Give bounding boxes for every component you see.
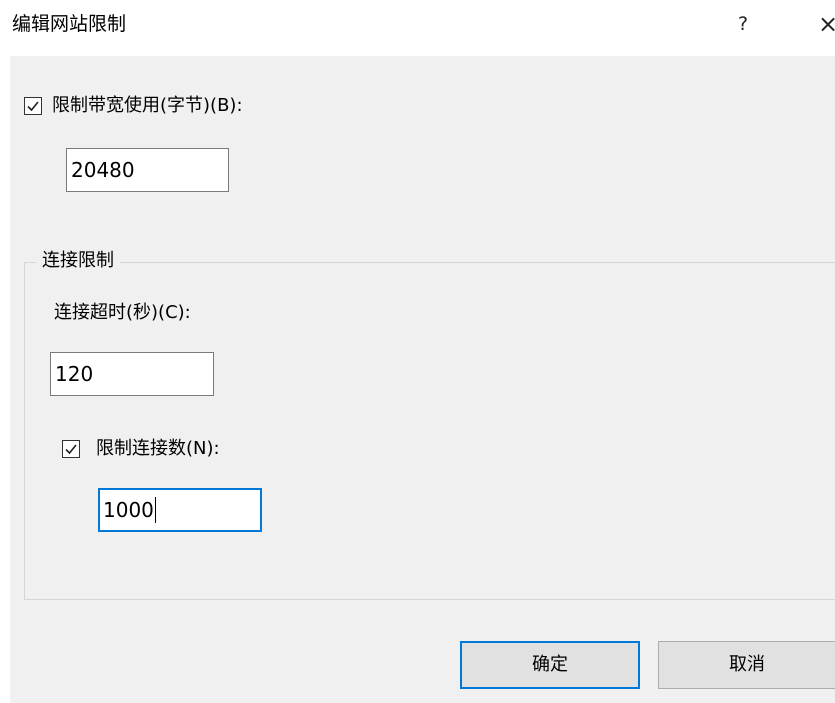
limit-connections-checkbox[interactable]: [62, 440, 80, 458]
ok-button[interactable]: 确定: [460, 641, 640, 689]
bandwidth-limit-checkbox[interactable]: [24, 97, 42, 115]
checkmark-icon: [65, 444, 77, 455]
max-connections-input[interactable]: 1000: [98, 488, 262, 532]
limit-connections-label[interactable]: 限制连接数(N):: [96, 438, 220, 460]
connection-timeout-label: 连接超时(秒)(C):: [54, 302, 191, 323]
close-button[interactable]: ×: [818, 8, 835, 40]
connection-timeout-input[interactable]: 120: [50, 352, 214, 396]
text-caret: [154, 496, 156, 523]
dialog-title: 编辑网站限制: [12, 13, 127, 35]
help-button[interactable]: ?: [728, 8, 758, 40]
checkmark-icon: [27, 101, 39, 112]
cancel-button[interactable]: 取消: [658, 641, 835, 689]
title-bar: 编辑网站限制 ? ×: [0, 0, 835, 56]
bandwidth-input[interactable]: 20480: [66, 148, 229, 192]
max-connections-value: 1000: [103, 498, 154, 522]
bandwidth-limit-label[interactable]: 限制带宽使用(字节)(B):: [52, 95, 243, 117]
connection-limits-legend: 连接限制: [36, 250, 120, 272]
